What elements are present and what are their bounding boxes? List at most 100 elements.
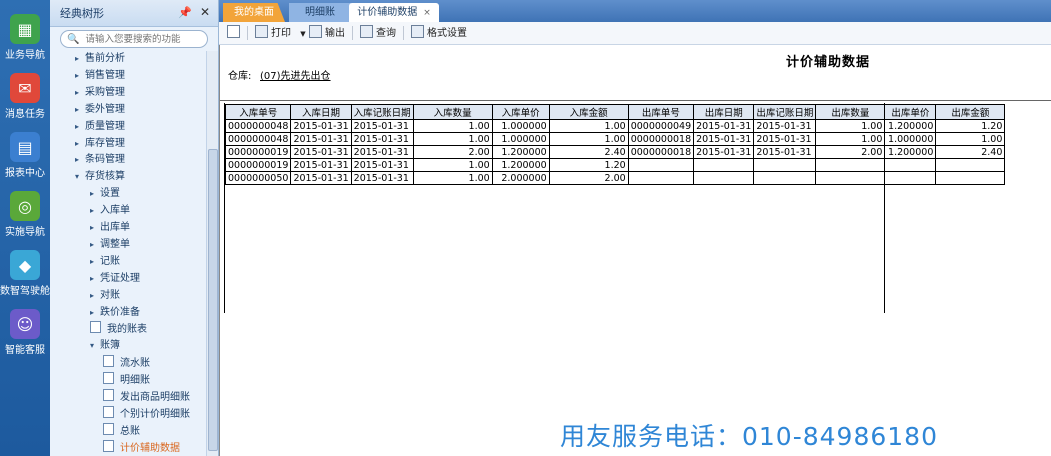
tree-node-label: 调整单	[100, 238, 130, 250]
chevron-right-icon[interactable]: ▸	[90, 271, 100, 287]
tree-node[interactable]: ▸ 采购管理	[75, 85, 125, 101]
close-icon[interactable]: ✕	[200, 5, 210, 19]
new-window-button[interactable]	[227, 25, 243, 41]
chevron-right-icon[interactable]: ▸	[75, 51, 85, 67]
column-header[interactable]: 入库单价	[491, 104, 550, 120]
column-header[interactable]: 入库数量	[412, 104, 493, 120]
tree-node[interactable]: ▸ 对账	[90, 288, 120, 304]
chevron-right-icon[interactable]: ▸	[90, 305, 100, 321]
chevron-right-icon[interactable]: ▸	[75, 152, 85, 168]
tree-node-label: 总账	[120, 425, 140, 437]
column-header[interactable]: 出库单价	[884, 104, 937, 120]
scrollbar-thumb[interactable]	[208, 149, 218, 451]
tree-node-label: 流水账	[120, 358, 150, 370]
pin-icon[interactable]: 📌	[178, 6, 192, 19]
column-header[interactable]: 出库数量	[815, 104, 886, 120]
chevron-right-icon[interactable]: ▸	[90, 254, 100, 270]
tree-node-label: 我的账表	[107, 324, 147, 336]
tree-node[interactable]: ▾ 账簿	[90, 338, 120, 354]
table-cell: 0000000019	[224, 145, 292, 159]
tree-node[interactable]: ▸ 入库单	[90, 203, 130, 219]
tree-node[interactable]: ▸ 委外管理	[75, 102, 125, 118]
tab-detail-ledger[interactable]: 明细账	[289, 3, 351, 22]
tree-search-input[interactable]	[83, 32, 208, 46]
chevron-right-icon[interactable]: ▸	[75, 102, 85, 118]
chevron-down-icon[interactable]: ▼	[300, 30, 305, 38]
export-icon	[309, 25, 322, 38]
tree-node[interactable]: ▸ 跌价准备	[90, 305, 140, 321]
chevron-right-icon[interactable]: ▸	[90, 220, 100, 236]
chevron-right-icon[interactable]: ▸	[90, 237, 100, 253]
tree-node[interactable]: ▸ 库存管理	[75, 136, 125, 152]
format-settings-button[interactable]: 格式设置	[411, 25, 467, 41]
tree-node[interactable]: ▸ 售前分析	[75, 51, 125, 67]
tab-pricing-data[interactable]: 计价辅助数据 ×	[349, 3, 439, 22]
print-button[interactable]: 打印 ▼	[255, 25, 306, 41]
table-row[interactable]: 0000000050 2015-01-31 2015-01-31 1.00 2.0000…	[224, 171, 1006, 185]
app-item-report[interactable]: ▤ 报表中心	[0, 132, 50, 179]
tree-node[interactable]: 个别计价明细账	[103, 405, 190, 422]
tree-scrollbar[interactable]	[206, 51, 218, 456]
chevron-right-icon[interactable]: ▸	[75, 119, 85, 135]
app-item-cube[interactable]: ◆ 数智驾驶舱	[0, 250, 50, 297]
chevron-right-icon[interactable]: ▸	[90, 288, 100, 304]
column-header[interactable]: 出库日期	[693, 104, 755, 120]
query-icon	[360, 25, 373, 38]
tab-my-desktop[interactable]: 我的桌面	[223, 3, 285, 22]
tab-close-icon[interactable]: ×	[423, 8, 431, 18]
tree-node[interactable]: ▸ 出库单	[90, 220, 130, 236]
table-cell: 2.40	[935, 145, 1006, 159]
tree-panel-header: 经典树形 📌 ✕	[50, 0, 218, 27]
tree-node[interactable]: 发出商品明细账	[103, 389, 190, 405]
tree-node[interactable]: ▸ 设置	[90, 186, 120, 202]
table-row[interactable]: 0000000048 2015-01-31 2015-01-31 1.00 1.0000…	[224, 132, 1006, 146]
table-cell: 2015-01-31	[290, 171, 352, 185]
export-button[interactable]: 输出	[309, 25, 345, 41]
tree-node-label: 条码管理	[85, 154, 125, 166]
table-row[interactable]: 0000000048 2015-01-31 2015-01-31 1.00 1.0000…	[224, 119, 1006, 133]
tree-node[interactable]: ▸ 质量管理	[75, 119, 125, 135]
document-icon	[103, 439, 114, 452]
chevron-right-icon[interactable]: ▸	[75, 85, 85, 101]
report-title: 计价辅助数据	[786, 55, 871, 70]
column-header[interactable]: 入库记账日期	[350, 104, 414, 120]
tree-node[interactable]: ▸ 凭证处理	[90, 271, 140, 287]
report-content: 计价辅助数据 仓库: (07)先进先出仓 入库单号 入库日期 入库记账日期 入库数量入…	[219, 45, 1051, 456]
app-item-grid-nav[interactable]: ▦ 业务导航	[0, 14, 50, 61]
column-header[interactable]: 入库日期	[290, 104, 352, 120]
chevron-right-icon[interactable]: ▸	[90, 186, 100, 202]
tree-node[interactable]: 计价辅助数据	[103, 439, 180, 456]
column-header[interactable]: 出库记账日期	[753, 104, 817, 120]
column-header[interactable]: 出库单号	[627, 104, 695, 120]
tree-node[interactable]: ▾ 存货核算	[75, 169, 125, 185]
app-item-robot[interactable]: ☺ 智能客服	[0, 309, 50, 356]
table-row[interactable]: 0000000019 2015-01-31 2015-01-31 1.00 1.2000…	[224, 158, 1006, 172]
tree-node[interactable]: 我的账表	[90, 321, 147, 337]
tree-node[interactable]: ▸ 销售管理	[75, 68, 125, 84]
table-cell: 2.00	[815, 145, 886, 159]
tree-node[interactable]: 总账	[103, 422, 140, 439]
app-item-compass[interactable]: ◎ 实施导航	[0, 191, 50, 238]
tree-node[interactable]: ▸ 条码管理	[75, 152, 125, 168]
tree-node[interactable]: 流水账	[103, 355, 150, 371]
tree-node[interactable]: ▸ 记账	[90, 254, 120, 270]
column-header[interactable]: 出库金额	[935, 104, 1006, 120]
document-icon	[103, 422, 114, 435]
warehouse-value: (07)先进先出仓	[260, 71, 331, 82]
query-button[interactable]: 查询	[360, 25, 396, 41]
tree-node-label: 设置	[100, 188, 120, 200]
tree-node[interactable]: 明细账	[103, 372, 150, 388]
query-label: 查询	[376, 28, 396, 39]
chevron-right-icon[interactable]: ▸	[90, 203, 100, 219]
chevron-down-icon[interactable]: ▾	[75, 169, 85, 185]
chevron-right-icon[interactable]: ▸	[75, 68, 85, 84]
column-header[interactable]: 入库金额	[548, 104, 629, 120]
app-item-message[interactable]: ✉ 消息任务	[0, 73, 50, 120]
table-row[interactable]: 0000000019 2015-01-31 2015-01-31 2.00 1.2000…	[224, 145, 1006, 159]
tree-node[interactable]: ▸ 调整单	[90, 237, 130, 253]
table-cell: 2015-01-31	[350, 171, 414, 185]
chevron-right-icon[interactable]: ▸	[75, 136, 85, 152]
chevron-down-icon[interactable]: ▾	[90, 338, 100, 354]
tree-search-box[interactable]: 🔍	[60, 30, 208, 48]
column-header[interactable]: 入库单号	[224, 104, 292, 120]
